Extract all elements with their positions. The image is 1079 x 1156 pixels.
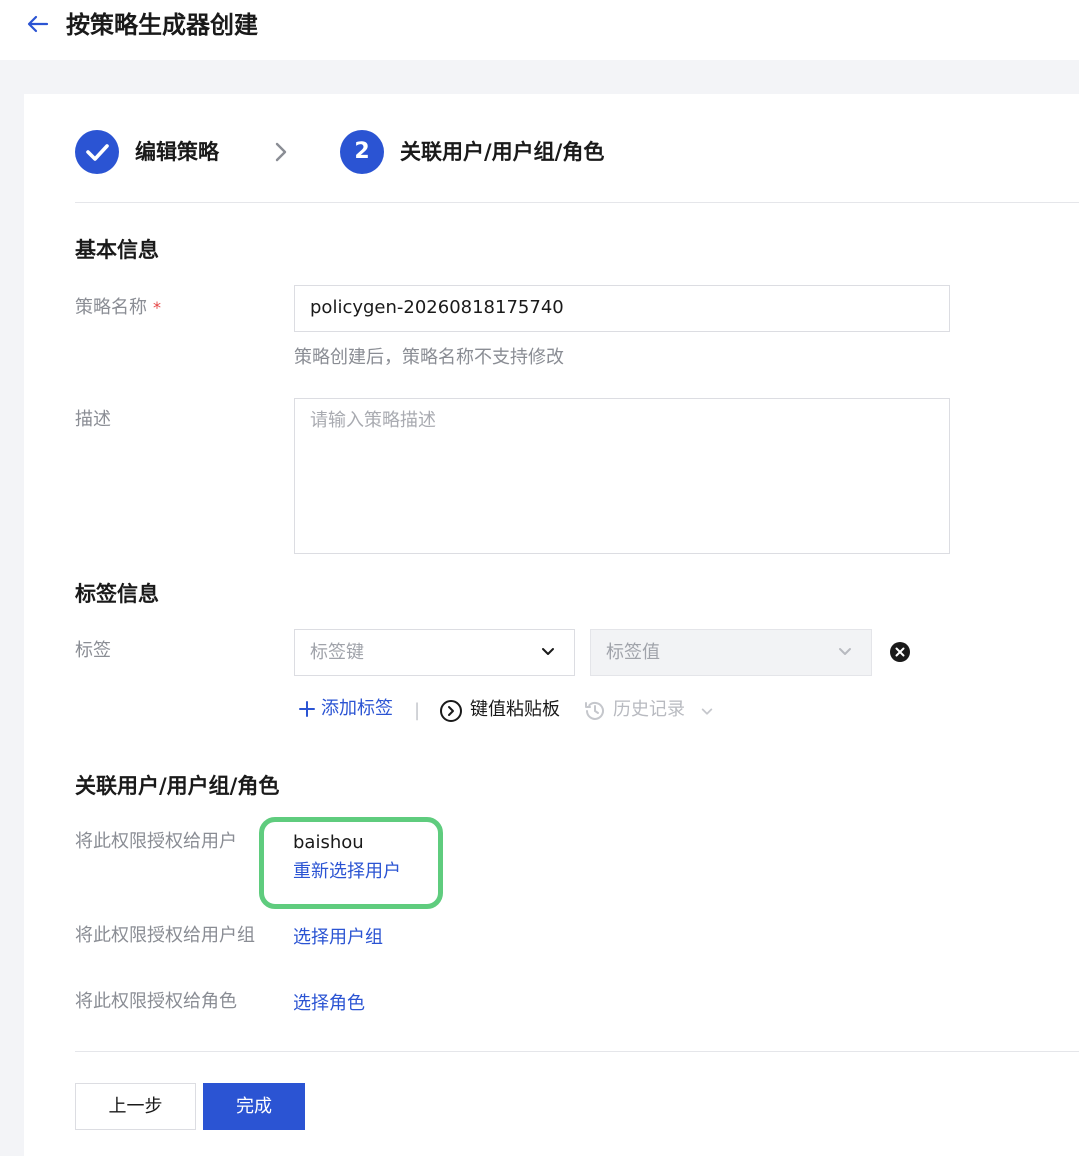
chevron-right-icon xyxy=(275,142,287,162)
step-2-circle: 2 xyxy=(340,130,384,174)
paste-board-button[interactable]: 键值粘贴板 xyxy=(439,697,569,725)
tag-key-placeholder: 标签键 xyxy=(310,642,364,663)
back-arrow-icon[interactable] xyxy=(26,12,50,36)
roles-label: 将此权限授权给角色 xyxy=(75,991,237,1012)
description-textarea[interactable]: 请输入策略描述 xyxy=(294,398,950,554)
step-1-check-icon xyxy=(75,130,119,174)
required-mark: * xyxy=(153,298,161,317)
add-tag-label: 添加标签 xyxy=(321,698,393,719)
description-label: 描述 xyxy=(75,409,111,430)
step-2-label: 关联用户/用户组/角色 xyxy=(400,140,605,164)
reselect-user-link[interactable]: 重新选择用户 xyxy=(293,859,401,885)
selected-user: baishou xyxy=(293,832,364,853)
play-circle-icon xyxy=(440,700,462,722)
history-label: 历史记录 xyxy=(613,699,685,720)
remove-tag-icon[interactable] xyxy=(889,641,911,663)
step-divider xyxy=(75,202,1079,203)
association-title: 关联用户/用户组/角色 xyxy=(75,774,280,798)
finish-button[interactable]: 完成 xyxy=(203,1083,305,1130)
top-bar: 按策略生成器创建 xyxy=(0,0,1079,60)
history-clock-icon xyxy=(585,701,604,720)
basic-info-title: 基本信息 xyxy=(75,238,159,262)
history-button: 历史记录 xyxy=(583,697,723,725)
policy-name-label: 策略名称 * xyxy=(75,295,161,321)
paste-board-label: 键值粘贴板 xyxy=(470,699,560,720)
tag-value-select: 标签值 xyxy=(590,629,872,676)
policy-name-hint: 策略创建后，策略名称不支持修改 xyxy=(294,347,564,368)
groups-label: 将此权限授权给用户组 xyxy=(75,925,255,946)
plus-icon xyxy=(299,701,315,717)
select-role-link[interactable]: 选择角色 xyxy=(293,991,365,1017)
chevron-down-icon xyxy=(542,648,554,655)
policy-name-label-text: 策略名称 xyxy=(75,297,147,318)
toolbar-separator: | xyxy=(414,700,421,721)
users-label: 将此权限授权给用户 xyxy=(75,831,237,852)
footer-divider xyxy=(75,1051,1079,1052)
prev-step-button[interactable]: 上一步 xyxy=(75,1083,196,1130)
tag-info-title: 标签信息 xyxy=(75,582,159,606)
tag-key-select[interactable]: 标签键 xyxy=(294,629,575,676)
chevron-down-icon xyxy=(701,708,713,715)
select-group-link[interactable]: 选择用户组 xyxy=(293,925,383,951)
step-1-label: 编辑策略 xyxy=(135,140,219,164)
policy-name-input[interactable]: policygen-20260818175740 xyxy=(294,285,950,332)
main-card: 编辑策略 2 关联用户/用户组/角色 基本信息 策略名称 * policygen-… xyxy=(24,94,1079,1156)
page-title: 按策略生成器创建 xyxy=(66,11,258,39)
chevron-down-icon xyxy=(839,648,851,655)
tag-value-placeholder: 标签值 xyxy=(606,642,660,663)
tag-label: 标签 xyxy=(75,640,111,661)
